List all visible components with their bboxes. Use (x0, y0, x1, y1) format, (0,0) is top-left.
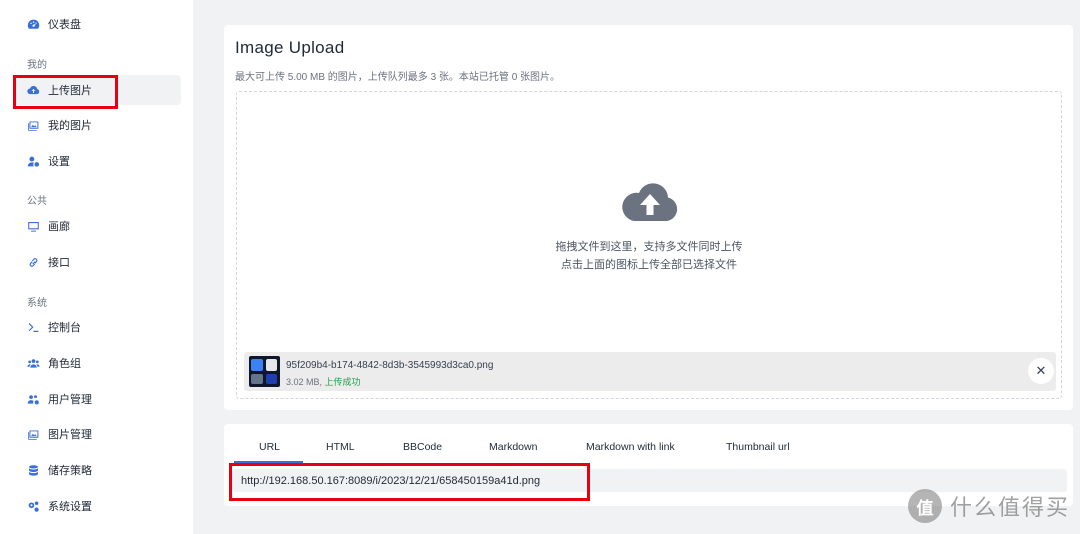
watermark-logo: 值 (908, 489, 942, 523)
file-size: 3.02 MB, (286, 377, 323, 387)
images-icon (26, 427, 40, 441)
highlight-box-upload (13, 75, 118, 109)
file-thumbnail (249, 356, 280, 387)
remove-file-button[interactable]: ✕ (1028, 358, 1054, 384)
file-meta: 3.02 MB, 上传成功 (286, 375, 361, 388)
section-label-mine: 我的 (27, 60, 47, 71)
gears-icon (26, 499, 40, 513)
sidebar-item-label: 仪表盘 (48, 19, 81, 31)
dashboard-icon (26, 17, 40, 31)
cloud-upload-icon[interactable] (621, 180, 679, 222)
upload-status: 上传成功 (324, 377, 361, 387)
sidebar-item-label: 系统设置 (48, 501, 92, 513)
sidebar-item-settings[interactable]: 设置 (14, 146, 181, 176)
drop-hint-secondary: 点击上面的图标上传全部已选择文件 (561, 259, 737, 271)
upload-limits-text: 最大可上传 5.00 MB 的图片，上传队列最多 3 张。本站已托管 0 张图片… (235, 72, 561, 83)
database-icon (26, 463, 40, 477)
display-icon (26, 219, 40, 233)
tab-markdown[interactable]: Markdown (489, 441, 537, 453)
sidebar-item-label: 控制台 (48, 322, 81, 334)
drop-hint-primary: 拖拽文件到这里，支持多文件同时上传 (555, 241, 743, 253)
tab-html[interactable]: HTML (326, 441, 355, 453)
user-gear-icon (26, 154, 40, 168)
sidebar-item-label: 设置 (48, 156, 70, 168)
sidebar-item-system-settings[interactable]: 系统设置 (14, 491, 181, 521)
tab-markdown-with-link[interactable]: Markdown with link (586, 441, 675, 453)
sidebar-item-api[interactable]: 接口 (14, 247, 181, 277)
sidebar-item-my-images[interactable]: 我的图片 (14, 110, 181, 140)
highlight-box-url (229, 463, 590, 501)
sidebar-item-label: 接口 (48, 257, 70, 269)
sidebar-item-console[interactable]: 控制台 (14, 312, 181, 342)
sidebar-item-label: 用户管理 (48, 394, 92, 406)
tab-thumbnail-url[interactable]: Thumbnail url (726, 441, 790, 453)
users-gear-icon (26, 392, 40, 406)
close-icon: ✕ (1035, 363, 1047, 378)
drop-zone[interactable]: 拖拽文件到这里，支持多文件同时上传 点击上面的图标上传全部已选择文件 95f20… (236, 91, 1062, 399)
sidebar-item-label: 我的图片 (48, 120, 92, 132)
upload-file-item: 95f209b4-b174-4842-8d3b-3545993d3ca0.png… (244, 352, 1056, 391)
sidebar-item-storage-policy[interactable]: 储存策略 (14, 455, 181, 485)
images-icon (26, 118, 40, 132)
tab-url[interactable]: URL (259, 441, 280, 453)
sidebar-item-label: 储存策略 (48, 465, 92, 477)
sidebar-item-dashboard[interactable]: 仪表盘 (14, 9, 181, 39)
file-name: 95f209b4-b174-4842-8d3b-3545993d3ca0.png (286, 360, 494, 371)
section-label-system: 系统 (27, 298, 47, 309)
link-icon (26, 255, 40, 269)
sidebar-item-label: 画廊 (48, 221, 70, 233)
terminal-icon (26, 320, 40, 334)
watermark-text: 什么值得买 (950, 495, 1071, 520)
sidebar-item-roles[interactable]: 角色组 (14, 348, 181, 378)
users-icon (26, 356, 40, 370)
sidebar-item-user-management[interactable]: 用户管理 (14, 384, 181, 414)
sidebar-item-label: 角色组 (48, 358, 81, 370)
page-title: Image Upload (235, 38, 345, 57)
sidebar-item-label: 图片管理 (48, 429, 92, 441)
watermark: 值 什么值得买 (908, 489, 1070, 523)
tab-bbcode[interactable]: BBCode (403, 441, 442, 453)
upload-panel: Image Upload 最大可上传 5.00 MB 的图片，上传队列最多 3 … (224, 25, 1073, 410)
sidebar-item-gallery[interactable]: 画廊 (14, 211, 181, 241)
section-label-public: 公共 (27, 196, 47, 207)
sidebar-item-image-management[interactable]: 图片管理 (14, 419, 181, 449)
